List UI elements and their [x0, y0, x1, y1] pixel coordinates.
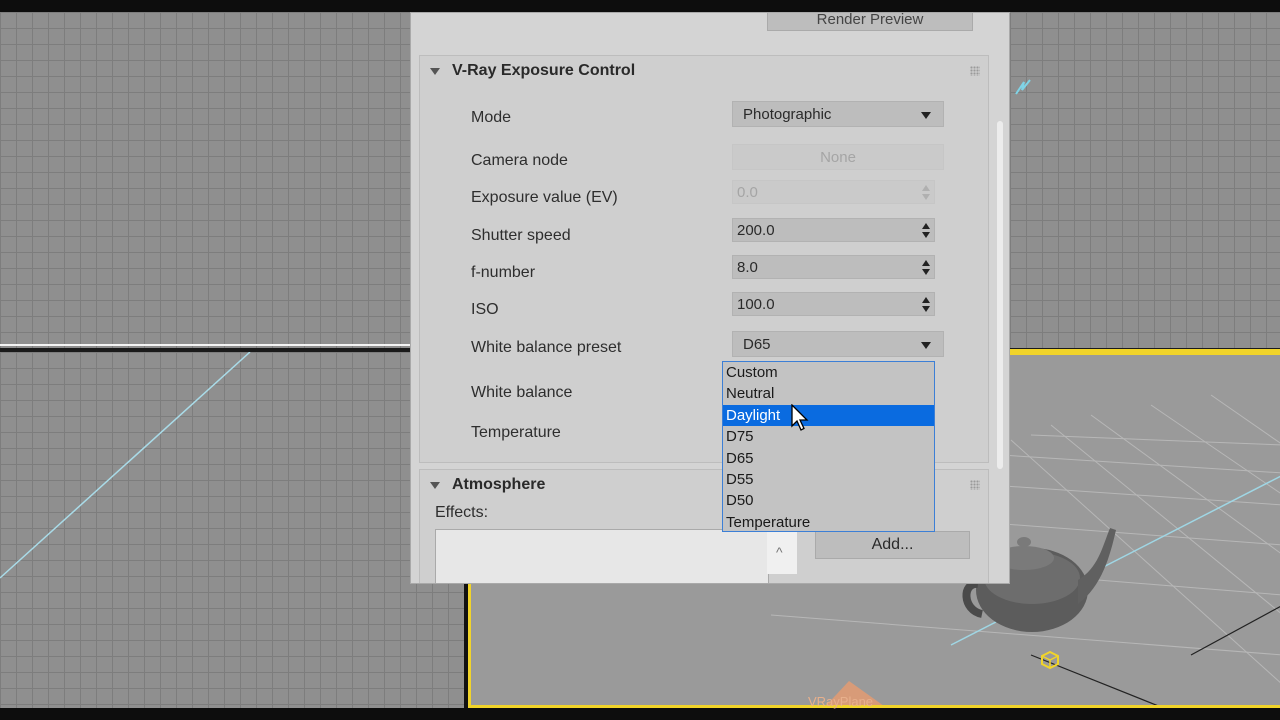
grid-axis-line: [0, 352, 251, 579]
vray-plane-label: VRayPlane: [808, 694, 874, 709]
scroll-up-icon[interactable]: ^: [776, 544, 783, 560]
mode-value: Photographic: [743, 105, 832, 123]
effects-list[interactable]: [435, 529, 769, 583]
viewport-top-left[interactable]: [0, 12, 410, 348]
shutter-speed-value: 200.0: [737, 221, 775, 239]
viewport-divider: [0, 344, 410, 346]
bottom-black-band: [0, 708, 1280, 720]
f-number-value: 8.0: [737, 258, 758, 276]
collapse-triangle-icon[interactable]: [430, 67, 440, 75]
spinner-arrows-icon[interactable]: [922, 260, 930, 276]
dropdown-option-d75[interactable]: D75: [723, 426, 934, 447]
mouse-cursor-icon: [791, 404, 809, 431]
white-balance-preset-dropdown[interactable]: D65: [732, 331, 944, 357]
exposure-value-label: Exposure value (EV): [471, 189, 618, 206]
white-balance-preset-value: D65: [743, 335, 771, 353]
spinner-arrows-icon[interactable]: [922, 223, 930, 239]
f-number-spinner[interactable]: 8.0: [732, 255, 935, 279]
spinner-arrows-icon[interactable]: [922, 297, 930, 313]
dropdown-option-d50[interactable]: D50: [723, 490, 934, 511]
iso-value: 100.0: [737, 295, 775, 313]
shutter-speed-label: Shutter speed: [471, 227, 571, 244]
mode-label: Mode: [471, 109, 512, 126]
exposure-value-spinner[interactable]: 0.0: [732, 180, 935, 204]
camera-node-button[interactable]: None: [732, 144, 944, 170]
rollout-header-exposure[interactable]: V-Ray Exposure Control: [420, 56, 988, 86]
panel-scrollbar[interactable]: [997, 121, 1003, 469]
add-effect-button[interactable]: Add...: [815, 531, 970, 559]
top-black-band: [0, 0, 1280, 12]
mode-dropdown[interactable]: Photographic: [732, 101, 944, 127]
shutter-speed-spinner[interactable]: 200.0: [732, 218, 935, 242]
camera-node-label: Camera node: [471, 152, 568, 169]
viewport-top-right[interactable]: [1010, 12, 1280, 348]
white-balance-preset-list[interactable]: Custom Neutral Daylight D75 D65 D55 D50 Tempera…: [722, 361, 935, 532]
chevron-down-icon: [921, 112, 931, 119]
effects-label: Effects:: [435, 504, 489, 521]
light-icon: [1015, 79, 1031, 95]
f-number-label: f-number: [471, 264, 536, 281]
helper-box-icon[interactable]: [1040, 650, 1060, 670]
iso-spinner[interactable]: 100.0: [732, 292, 935, 316]
temperature-label: Temperature: [471, 424, 561, 441]
white-balance-label: White balance: [471, 384, 573, 401]
chevron-down-icon: [921, 342, 931, 349]
collapse-triangle-icon[interactable]: [430, 481, 440, 489]
viewport-bottom-left[interactable]: [0, 352, 464, 708]
camera-node-value: None: [820, 148, 856, 166]
drag-grip-icon[interactable]: [970, 480, 980, 490]
effects-list-scrollbar[interactable]: ^: [767, 530, 797, 574]
dropdown-option-d55[interactable]: D55: [723, 469, 934, 490]
exposure-value-value: 0.0: [737, 183, 758, 201]
dropdown-option-daylight[interactable]: Daylight: [723, 404, 934, 427]
drag-grip-icon[interactable]: [970, 66, 980, 76]
dropdown-option-custom[interactable]: Custom: [723, 362, 934, 383]
dropdown-option-neutral[interactable]: Neutral: [723, 383, 934, 404]
render-preview-button[interactable]: Render Preview: [767, 13, 973, 31]
white-balance-preset-label: White balance preset: [471, 339, 622, 356]
spinner-arrows-icon[interactable]: [922, 185, 930, 201]
rollout-title: Atmosphere: [452, 476, 546, 493]
iso-label: ISO: [471, 301, 499, 318]
dropdown-option-temperature[interactable]: Temperature: [723, 512, 934, 533]
dropdown-option-d65[interactable]: D65: [723, 448, 934, 469]
rollout-title: V-Ray Exposure Control: [452, 62, 636, 79]
